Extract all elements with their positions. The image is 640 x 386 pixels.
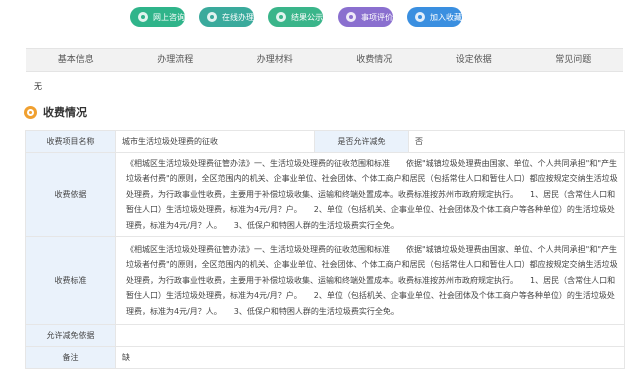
tab-legal-basis[interactable]: 设定依据 <box>424 49 524 71</box>
standard-value: 《相城区生活垃圾处理费征管办法》一、生活垃圾处理费的征收范围和标准 依据"城镇垃… <box>115 236 625 326</box>
fee-info-table: 收费项目名称 城市生活垃圾处理费的征收 是否允许减免 否 收费依据 《相城区生活… <box>25 130 625 370</box>
online-consult-button[interactable]: 网上咨询 <box>130 7 185 27</box>
tab-bar: 基本信息 办理流程 办理材料 收费情况 设定依据 常见问题 <box>26 48 623 72</box>
section-title: 收费情况 <box>43 106 87 119</box>
action-bar: 网上咨询 在线办理 结果公示 事项评价 加入收藏 <box>0 7 640 27</box>
remark-value: 缺 <box>115 346 625 370</box>
basis-label: 收费依据 <box>25 151 116 238</box>
edit-icon <box>207 12 217 22</box>
table-row: 收费项目名称 城市生活垃圾处理费的征收 是否允许减免 否 <box>25 130 625 153</box>
add-favorite-button[interactable]: 加入收藏 <box>407 7 462 27</box>
online-handle-label: 在线办理 <box>222 12 254 22</box>
chat-icon <box>138 12 148 22</box>
online-consult-label: 网上咨询 <box>153 12 185 22</box>
section-header: 收费情况 <box>24 104 87 120</box>
online-handle-button[interactable]: 在线办理 <box>199 7 254 27</box>
basis-value: 《相城区生活垃圾处理费征管办法》一、生活垃圾处理费的征收范围和标准 依据"城镇垃… <box>115 151 625 238</box>
reduction-basis-value <box>115 324 625 348</box>
table-row: 收费标准 《相城区生活垃圾处理费征管办法》一、生活垃圾处理费的征收范围和标准 依… <box>25 236 625 326</box>
previous-section-value: 无 <box>34 82 42 91</box>
tab-fees[interactable]: 收费情况 <box>325 49 425 71</box>
result-publicity-label: 结果公示 <box>291 12 323 22</box>
remark-label: 备注 <box>25 346 116 370</box>
tab-materials[interactable]: 办理材料 <box>225 49 325 71</box>
item-rating-button[interactable]: 事项评价 <box>338 7 393 27</box>
item-name-value: 城市生活垃圾处理费的征收 <box>115 130 315 153</box>
table-row: 备注 缺 <box>25 346 625 370</box>
star-icon <box>415 12 425 22</box>
reduction-basis-label: 允许减免依据 <box>25 324 116 348</box>
table-row: 收费依据 《相城区生活垃圾处理费征管办法》一、生活垃圾处理费的征收范围和标准 依… <box>25 151 625 238</box>
item-rating-label: 事项评价 <box>361 12 393 22</box>
standard-label: 收费标准 <box>25 236 116 326</box>
tab-process[interactable]: 办理流程 <box>126 49 226 71</box>
result-publicity-button[interactable]: 结果公示 <box>268 7 323 27</box>
tab-faq[interactable]: 常见问题 <box>524 49 624 71</box>
rating-icon <box>346 12 356 22</box>
result-icon <box>276 12 286 22</box>
table-row: 允许减免依据 <box>25 324 625 348</box>
item-name-label: 收费项目名称 <box>25 130 116 153</box>
add-favorite-label: 加入收藏 <box>430 12 462 22</box>
tab-basic-info[interactable]: 基本信息 <box>26 49 126 71</box>
reducible-label: 是否允许减免 <box>314 130 409 153</box>
target-icon <box>24 105 37 119</box>
reducible-value: 否 <box>408 130 625 153</box>
